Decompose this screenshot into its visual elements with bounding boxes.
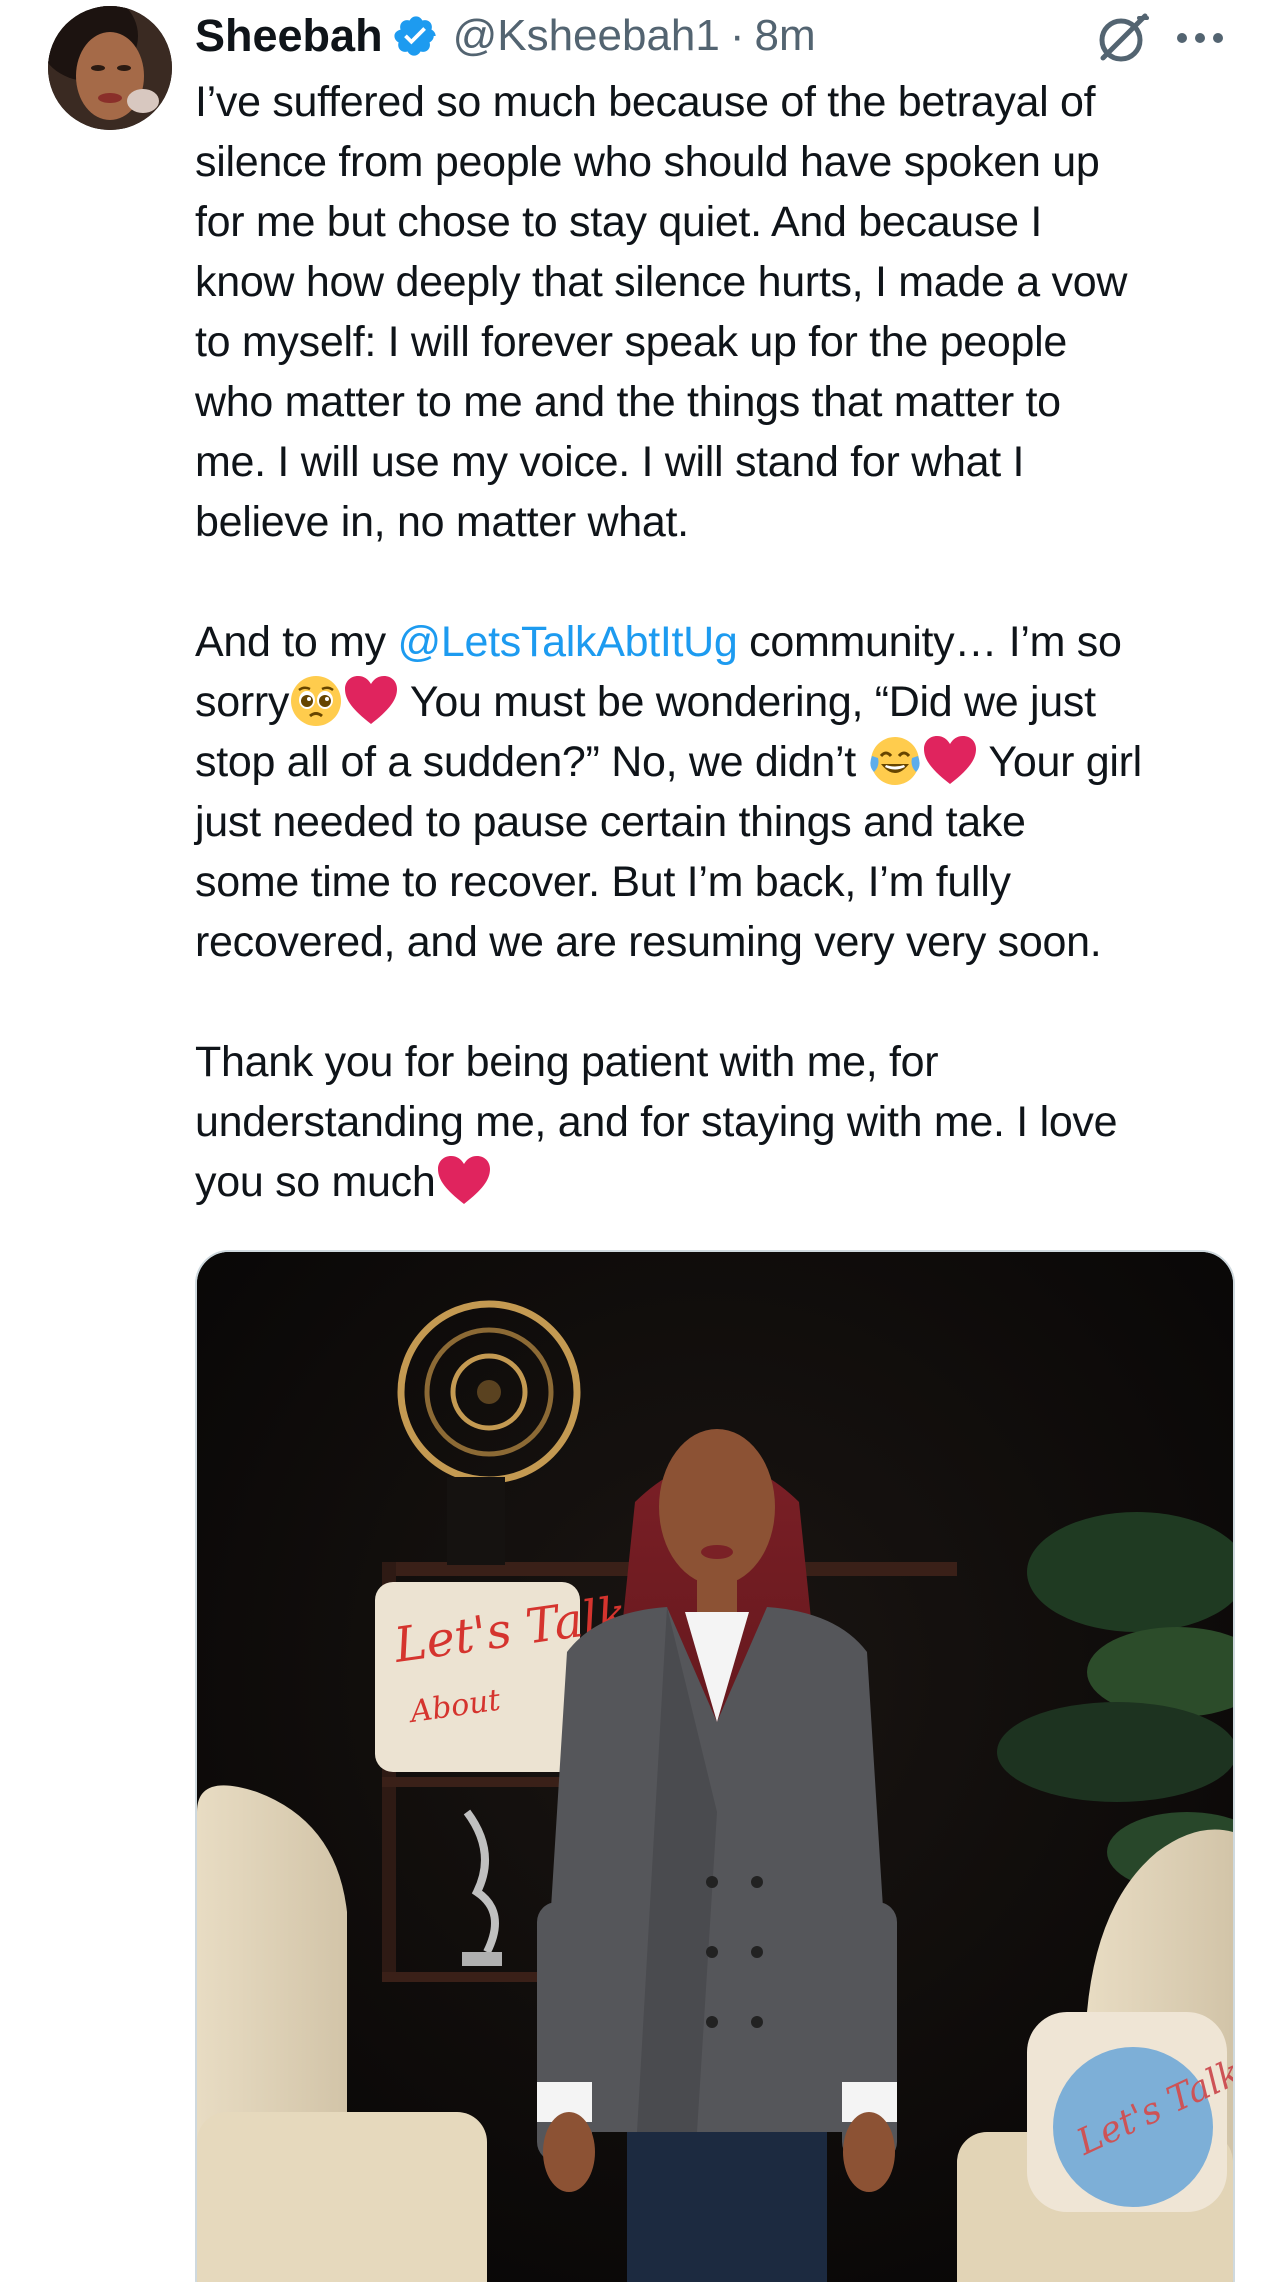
avatar-image <box>48 6 172 130</box>
text-segment: stop all of a sudden?” No, we didn’t <box>195 738 868 786</box>
text-line: some time to recover. But I’m back, I’m … <box>195 858 1011 906</box>
user-handle[interactable]: @Ksheebah1 <box>453 11 720 61</box>
text-line: me. I will use my voice. I will stand fo… <box>195 438 1025 486</box>
text-line: know how deeply that silence hurts, I ma… <box>195 258 1128 306</box>
gold-logo-sculpture <box>397 1300 581 1484</box>
tweet-paragraph-3: Thank you for being patient with me, for… <box>195 1032 1275 1212</box>
grok-icon[interactable] <box>1095 10 1151 66</box>
pleading-face-emoji <box>289 674 343 728</box>
media-photo: Let's Talk About Let's Talk <box>197 1252 1233 2282</box>
verified-badge-icon[interactable] <box>393 13 439 59</box>
text-line: for me but chose to stay quiet. And beca… <box>195 198 1043 246</box>
timestamp[interactable]: 8m <box>755 11 816 61</box>
text-segment: community… I’m so <box>737 618 1122 666</box>
tweet-text: I’ve suffered so much because of the bet… <box>195 72 1275 1212</box>
text-segment: you so much <box>195 1158 436 1206</box>
text-segment: You must be wondering, “Did we just <box>399 678 1096 726</box>
text-segment: sorry <box>195 678 290 726</box>
text-line: believe in, no matter what. <box>195 498 689 546</box>
text-line: I’ve suffered so much because of the bet… <box>195 78 1096 126</box>
text-segment: Your girl <box>977 738 1142 786</box>
text-segment: And to my <box>195 618 398 666</box>
text-line: who matter to me and the things that mat… <box>195 378 1061 426</box>
tweet-header: Sheebah @Ksheebah1 · 8m <box>195 0 816 72</box>
text-line: silence from people who should have spok… <box>195 138 1100 186</box>
mention-link[interactable]: @LetsTalkAbtItUg <box>398 618 738 666</box>
red-heart-emoji <box>922 734 978 786</box>
text-line: to myself: I will forever speak up for t… <box>195 318 1068 366</box>
tweet-paragraph-2: And to my @LetsTalkAbtItUg community… I’… <box>195 612 1275 972</box>
display-name[interactable]: Sheebah <box>195 10 383 62</box>
text-line: recovered, and we are resuming very very… <box>195 918 1102 966</box>
text-line: Thank you for being patient with me, for <box>195 1038 939 1086</box>
red-heart-emoji <box>343 674 399 726</box>
tweet-media-image[interactable]: Let's Talk About Let's Talk <box>195 1250 1235 2282</box>
text-line: understanding me, and for staying with m… <box>195 1098 1118 1146</box>
face-with-tears-of-joy-emoji <box>868 734 922 788</box>
separator-dot: · <box>729 11 745 60</box>
text-line: just needed to pause certain things and … <box>195 798 1026 846</box>
tweet-paragraph-1: I’ve suffered so much because of the bet… <box>195 72 1275 552</box>
avatar[interactable] <box>48 6 172 130</box>
red-heart-emoji <box>436 1154 492 1206</box>
more-options-icon[interactable] <box>1172 18 1228 58</box>
